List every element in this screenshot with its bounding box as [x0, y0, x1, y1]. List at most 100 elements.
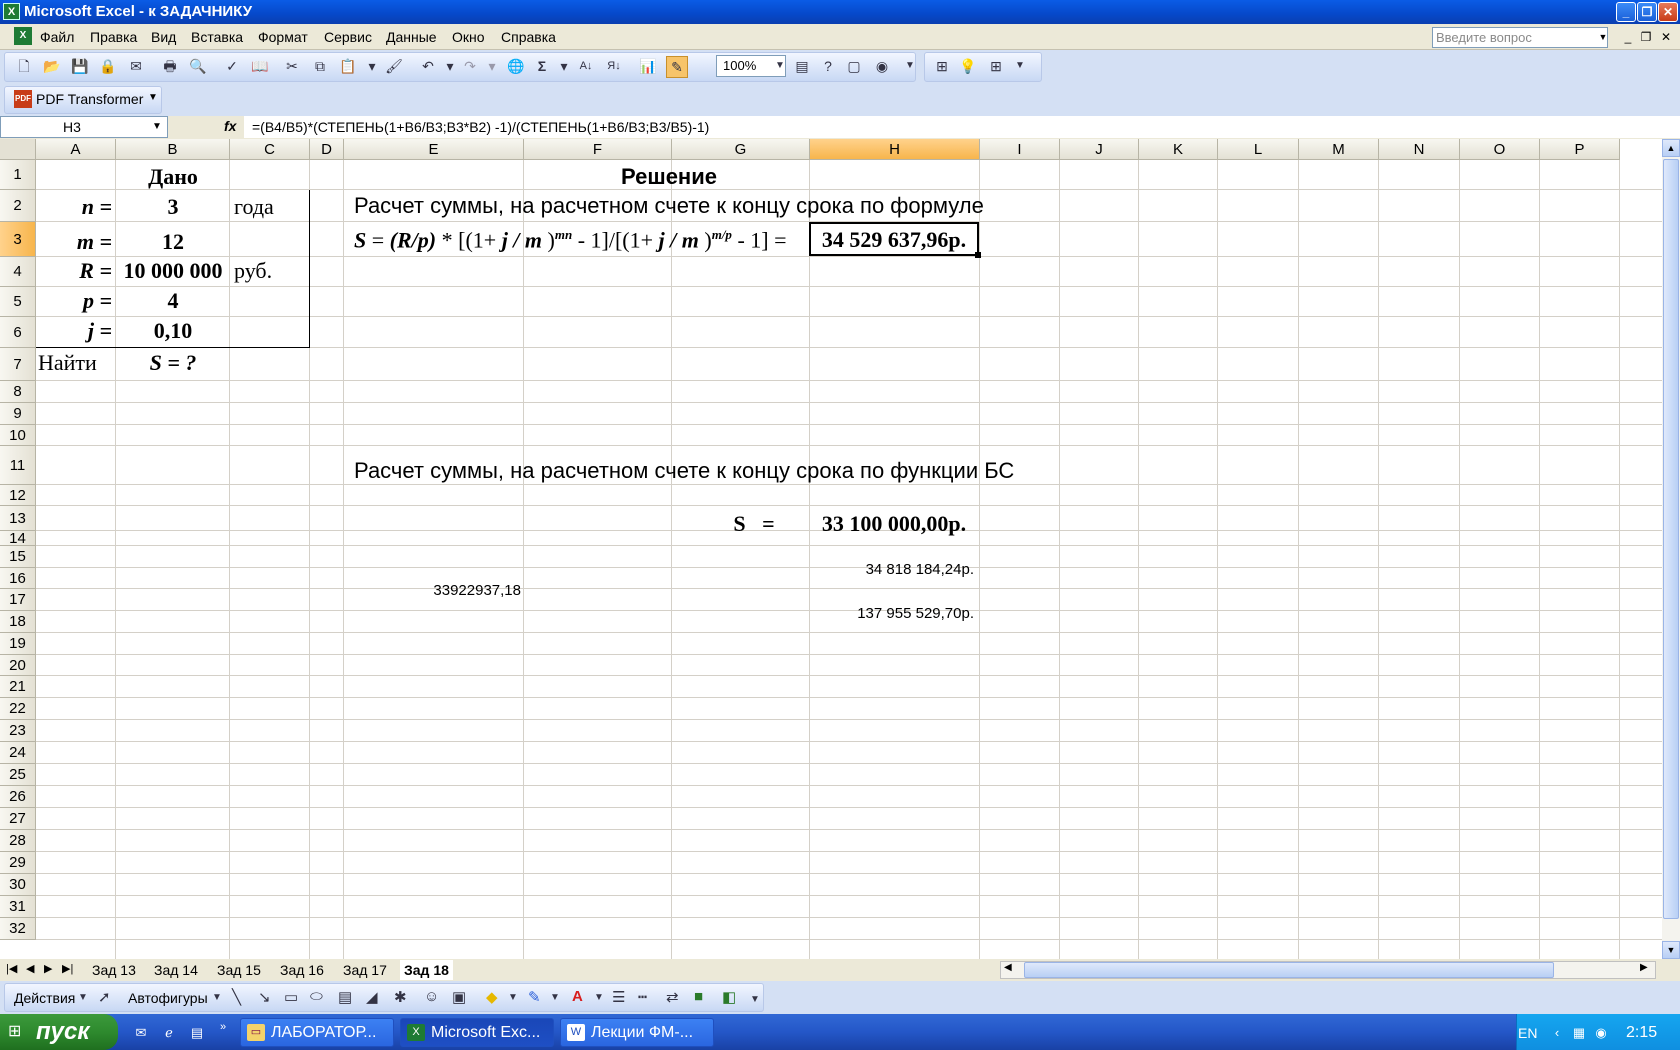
- drawing-options-icon[interactable]: ▼: [750, 994, 760, 1005]
- column-header-O[interactable]: O: [1460, 139, 1540, 160]
- cell-A5[interactable]: p =: [36, 288, 112, 314]
- scroll-right-icon[interactable]: ▶: [1640, 962, 1648, 973]
- pdf-transformer-button[interactable]: PDF Transformer: [36, 91, 143, 107]
- sheet-tab-15[interactable]: Зад 15: [213, 960, 265, 980]
- chevron-down-icon[interactable]: ▼: [1597, 27, 1609, 48]
- cell-H13[interactable]: 33 100 000,00р.: [812, 511, 976, 537]
- cell-G13[interactable]: S =: [700, 511, 808, 537]
- print-icon[interactable]: 🖶: [160, 56, 180, 76]
- row-header-15[interactable]: 15: [0, 546, 36, 568]
- column-header-L[interactable]: L: [1218, 139, 1299, 160]
- fx-icon[interactable]: fx: [224, 118, 236, 134]
- row-header-12[interactable]: 12: [0, 485, 36, 506]
- menu-tools[interactable]: Сервис: [324, 29, 372, 45]
- oval-icon[interactable]: ⬭: [310, 988, 323, 1005]
- taskbar-app-folder[interactable]: ▭ ЛАБОРАТОР...: [240, 1018, 394, 1047]
- pdf-icon[interactable]: PDF: [14, 90, 32, 108]
- formula-input[interactable]: =(B4/B5)*(СТЕПЕНЬ(1+B6/B3;B3*B2) -1)/(СТ…: [244, 116, 1680, 138]
- form-icon[interactable]: ▤: [792, 56, 812, 76]
- menu-window[interactable]: Окно: [452, 29, 485, 45]
- record-icon[interactable]: ◉: [872, 56, 892, 76]
- spelling-icon[interactable]: ✓: [222, 56, 242, 76]
- sheet-tab-14[interactable]: Зад 14: [150, 960, 202, 980]
- column-header-A[interactable]: A: [36, 139, 116, 160]
- menu-file[interactable]: Файл: [40, 29, 74, 45]
- arrow-style-icon[interactable]: ⇄: [666, 988, 679, 1006]
- cell-B4[interactable]: 10 000 000: [116, 258, 230, 284]
- row-header-16[interactable]: 16: [0, 568, 36, 589]
- tab-last-icon[interactable]: ▶|: [62, 962, 73, 975]
- redo-dropdown-icon[interactable]: ▾: [482, 56, 502, 76]
- desktop-icon[interactable]: ▤: [188, 1024, 206, 1042]
- row-header-10[interactable]: 10: [0, 425, 36, 446]
- select-objects-icon[interactable]: ➚: [98, 988, 111, 1006]
- cell-E16[interactable]: 33922937,18: [344, 582, 521, 599]
- select-all-corner[interactable]: [0, 139, 36, 160]
- cell-A7[interactable]: Найти: [38, 350, 97, 376]
- cell-B7[interactable]: S = ?: [116, 350, 230, 376]
- doc-restore-icon[interactable]: ❐: [1638, 28, 1654, 46]
- cell-B6[interactable]: 0,10: [116, 318, 230, 344]
- horizontal-scroll-thumb[interactable]: [1024, 962, 1554, 978]
- menu-insert[interactable]: Вставка: [191, 29, 243, 45]
- row-header-23[interactable]: 23: [0, 720, 36, 742]
- font-color-dropdown-icon[interactable]: ▼: [594, 992, 604, 1003]
- diagram-icon[interactable]: ✱: [394, 988, 407, 1006]
- shadow-icon[interactable]: ■: [694, 988, 703, 1005]
- clipart-icon[interactable]: ☺: [424, 988, 439, 1005]
- cell-B5[interactable]: 4: [116, 288, 230, 314]
- new-icon[interactable]: 🗋: [14, 56, 34, 76]
- cell-H3[interactable]: 34 529 637,96р.: [812, 227, 976, 253]
- row-header-17[interactable]: 17: [0, 589, 36, 611]
- textbox-icon[interactable]: ▤: [338, 988, 352, 1006]
- excel-doc-icon[interactable]: X: [14, 27, 32, 45]
- row-header-25[interactable]: 25: [0, 764, 36, 786]
- cell-E3-formula[interactable]: S = (R/p) * [(1+ j / m )mn - 1]/[(1+ j /…: [354, 227, 787, 253]
- pdf-toolbar-options-icon[interactable]: ▼: [148, 92, 158, 103]
- row-header-24[interactable]: 24: [0, 742, 36, 764]
- row-header-32[interactable]: 32: [0, 918, 36, 940]
- row-header-7[interactable]: 7: [0, 348, 36, 381]
- cell-A3[interactable]: m =: [36, 229, 112, 255]
- language-indicator[interactable]: EN: [1518, 1025, 1537, 1041]
- row-header-9[interactable]: 9: [0, 403, 36, 425]
- open-icon[interactable]: 📂: [42, 56, 62, 76]
- 3d-icon[interactable]: ◧: [722, 988, 736, 1006]
- save-icon[interactable]: 💾: [70, 56, 90, 76]
- quicklaunch-more-icon[interactable]: »: [214, 1018, 232, 1036]
- name-box-dropdown-icon[interactable]: ▼: [150, 118, 164, 136]
- line-color-dropdown-icon[interactable]: ▼: [550, 992, 560, 1003]
- cell-C4[interactable]: руб.: [234, 258, 272, 284]
- line-color-icon[interactable]: ✎: [528, 988, 541, 1006]
- sheet-tab-16[interactable]: Зад 16: [276, 960, 328, 980]
- tab-next-icon[interactable]: ▶: [44, 962, 52, 975]
- redo-icon[interactable]: ↷: [460, 56, 480, 76]
- font-color-icon[interactable]: A: [572, 988, 583, 1005]
- row-header-26[interactable]: 26: [0, 786, 36, 808]
- name-box[interactable]: H3: [0, 116, 168, 138]
- abc-icon[interactable]: ▢: [844, 56, 864, 76]
- picture-icon[interactable]: ▣: [452, 988, 466, 1006]
- undo-dropdown-icon[interactable]: ▾: [440, 56, 460, 76]
- tray-expand-icon[interactable]: ‹: [1548, 1024, 1566, 1042]
- column-header-F[interactable]: F: [524, 139, 672, 160]
- column-header-H[interactable]: H: [810, 139, 980, 160]
- format-painter-icon[interactable]: 🖌: [384, 56, 404, 76]
- cell-A6[interactable]: j =: [36, 318, 112, 344]
- row-header-8[interactable]: 8: [0, 381, 36, 403]
- cell-B1[interactable]: Дано: [116, 164, 230, 190]
- column-header-M[interactable]: M: [1299, 139, 1379, 160]
- taskbar-app-word[interactable]: W Лекции ФМ-...: [560, 1018, 714, 1047]
- row-header-31[interactable]: 31: [0, 896, 36, 918]
- tab-first-icon[interactable]: |◀: [6, 962, 17, 975]
- column-header-G[interactable]: G: [672, 139, 810, 160]
- row-header-11[interactable]: 11: [0, 446, 36, 485]
- drawing-toggle-icon[interactable]: ✎: [666, 56, 688, 78]
- minimize-icon[interactable]: _: [1616, 2, 1636, 22]
- sheet-tab-13[interactable]: Зад 13: [88, 960, 140, 980]
- column-header-C[interactable]: C: [230, 139, 310, 160]
- ie-icon[interactable]: ℯ: [160, 1024, 178, 1042]
- row-header-18[interactable]: 18: [0, 611, 36, 633]
- cell-A4[interactable]: R =: [36, 258, 112, 284]
- row-header-2[interactable]: 2: [0, 190, 36, 222]
